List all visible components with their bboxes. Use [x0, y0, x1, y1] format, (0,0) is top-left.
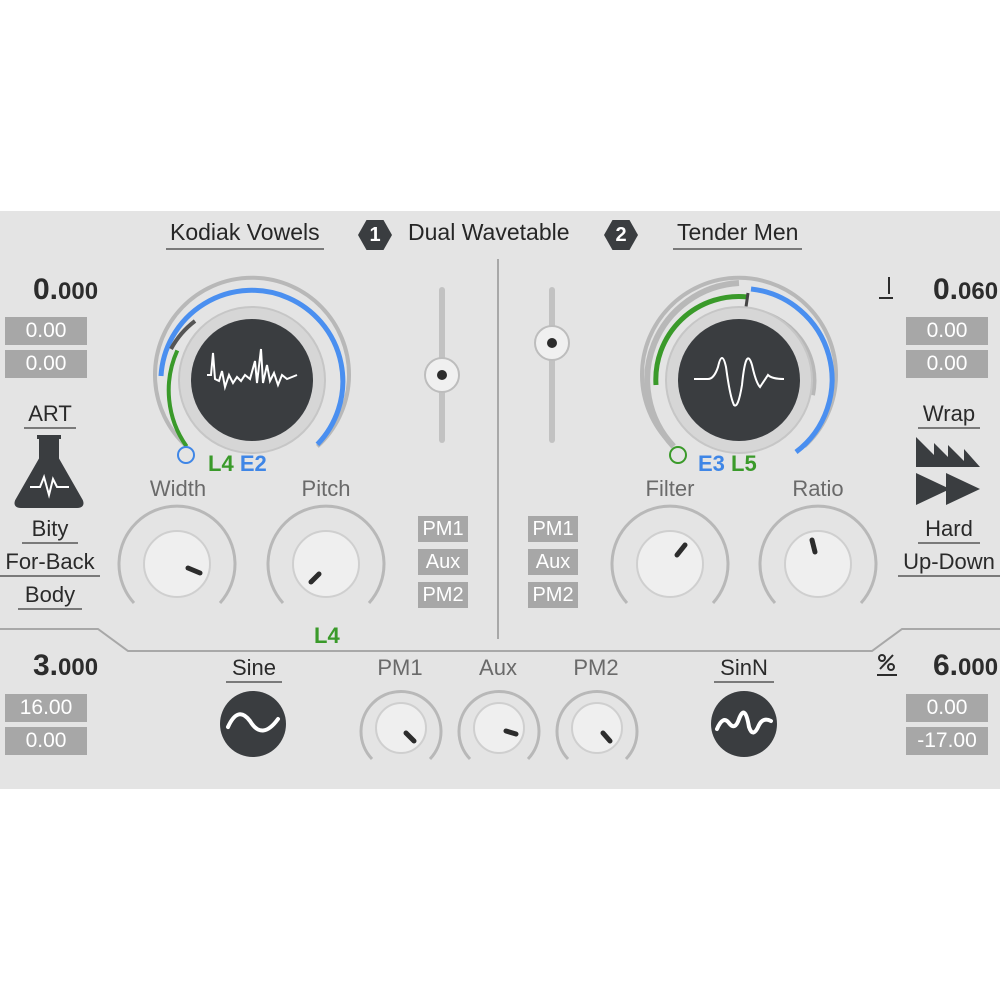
bottom-knob-label-pm1: PM1: [377, 655, 423, 680]
wave1-label[interactable]: Sine: [226, 655, 282, 683]
right-value-readout[interactable]: 0.060: [933, 273, 998, 307]
osc2-slider-handle[interactable]: [532, 323, 572, 363]
art-mode-3[interactable]: Body: [18, 582, 82, 610]
sine-wave-icon[interactable]: [218, 689, 288, 759]
osc2-mod-aux[interactable]: Aux: [528, 549, 578, 575]
bottom-left-box-1[interactable]: 16.00: [5, 694, 87, 722]
osc2-mod-pm2[interactable]: PM2: [528, 582, 578, 608]
note-icon[interactable]: [877, 275, 895, 301]
width-knob[interactable]: [112, 499, 242, 629]
bottom-knob-pm1[interactable]: [356, 683, 446, 773]
wrap-icon[interactable]: [916, 437, 984, 505]
right-value-dec: 060: [958, 278, 999, 305]
bottom-right-box-2[interactable]: -17.00: [906, 727, 988, 755]
bottom-knob-aux[interactable]: [454, 683, 544, 773]
bottom-right-value-readout[interactable]: 6.000: [933, 649, 998, 683]
bottom-left-value-readout[interactable]: 3.000: [33, 649, 98, 683]
osc1-mod-tags: L4 E2: [208, 451, 267, 477]
osc1-mod-indicator-icon: [177, 446, 195, 464]
mode-title[interactable]: Dual Wavetable: [408, 219, 570, 246]
bottom-right-value-int: 6.: [933, 649, 959, 682]
osc1-tag-l: L4: [208, 451, 234, 476]
bottom-right-value-dec: 000: [958, 654, 999, 681]
osc2-slider-track[interactable]: [549, 287, 555, 443]
right-value-int: 0.: [933, 273, 959, 306]
osc1-tag-e: E2: [239, 451, 267, 476]
flask-icon[interactable]: [14, 433, 84, 509]
bottom-knob-pm2[interactable]: [552, 683, 642, 773]
bottom-knob-label-aux: Aux: [479, 655, 517, 680]
left-value-box-2[interactable]: 0.00: [5, 350, 87, 378]
right-value-box-1[interactable]: 0.00: [906, 317, 988, 345]
bottom-right-box-1[interactable]: 0.00: [906, 694, 988, 722]
osc1-slider-handle[interactable]: [422, 355, 462, 395]
filter-knob[interactable]: [605, 499, 735, 629]
ratio-knob[interactable]: [753, 499, 883, 629]
right-value-box-2[interactable]: 0.00: [906, 350, 988, 378]
art-label[interactable]: ART: [24, 401, 76, 429]
left-value-dec: 000: [58, 278, 99, 305]
osc2-preset-name[interactable]: Tender Men: [673, 219, 803, 250]
bottom-left-box-2[interactable]: 0.00: [5, 727, 87, 755]
bottom-left-value-dec: 000: [58, 654, 99, 681]
wave2-label[interactable]: SinN: [714, 655, 774, 683]
bottom-left-value-int: 3.: [33, 649, 59, 682]
art-mode-1[interactable]: Bity: [22, 516, 78, 544]
left-value-readout[interactable]: 0.000: [33, 273, 98, 307]
sinn-wave-icon[interactable]: [709, 689, 779, 759]
osc2-mod-tags: E3 L5: [698, 451, 757, 477]
osc1-preset-name[interactable]: Kodiak Vowels: [166, 219, 324, 250]
pitch-knob[interactable]: [261, 499, 391, 629]
wrap-mode-2[interactable]: Up-Down: [898, 549, 1000, 577]
osc2-mod-pm1[interactable]: PM1: [528, 516, 578, 542]
wrap-mode-1[interactable]: Hard: [918, 516, 980, 544]
osc2-tag-e: E3: [698, 451, 725, 476]
pitch-mod-tag: L4: [314, 623, 340, 648]
wrap-label[interactable]: Wrap: [918, 401, 980, 429]
percent-icon[interactable]: [876, 651, 898, 677]
left-value-box-1[interactable]: 0.00: [5, 317, 87, 345]
left-value-int: 0.: [33, 273, 59, 306]
bottom-knob-label-pm2: PM2: [573, 655, 619, 680]
osc2-tag-l: L5: [731, 451, 757, 476]
osc1-mod-pm2[interactable]: PM2: [418, 582, 468, 608]
osc1-mod-pm1[interactable]: PM1: [418, 516, 468, 542]
osc2-mod-indicator-icon: [669, 446, 687, 464]
synth-panel: Kodiak Vowels 1 Dual Wavetable 2 Tender …: [0, 211, 1000, 789]
art-mode-2[interactable]: For-Back: [0, 549, 100, 577]
osc1-mod-aux[interactable]: Aux: [418, 549, 468, 575]
